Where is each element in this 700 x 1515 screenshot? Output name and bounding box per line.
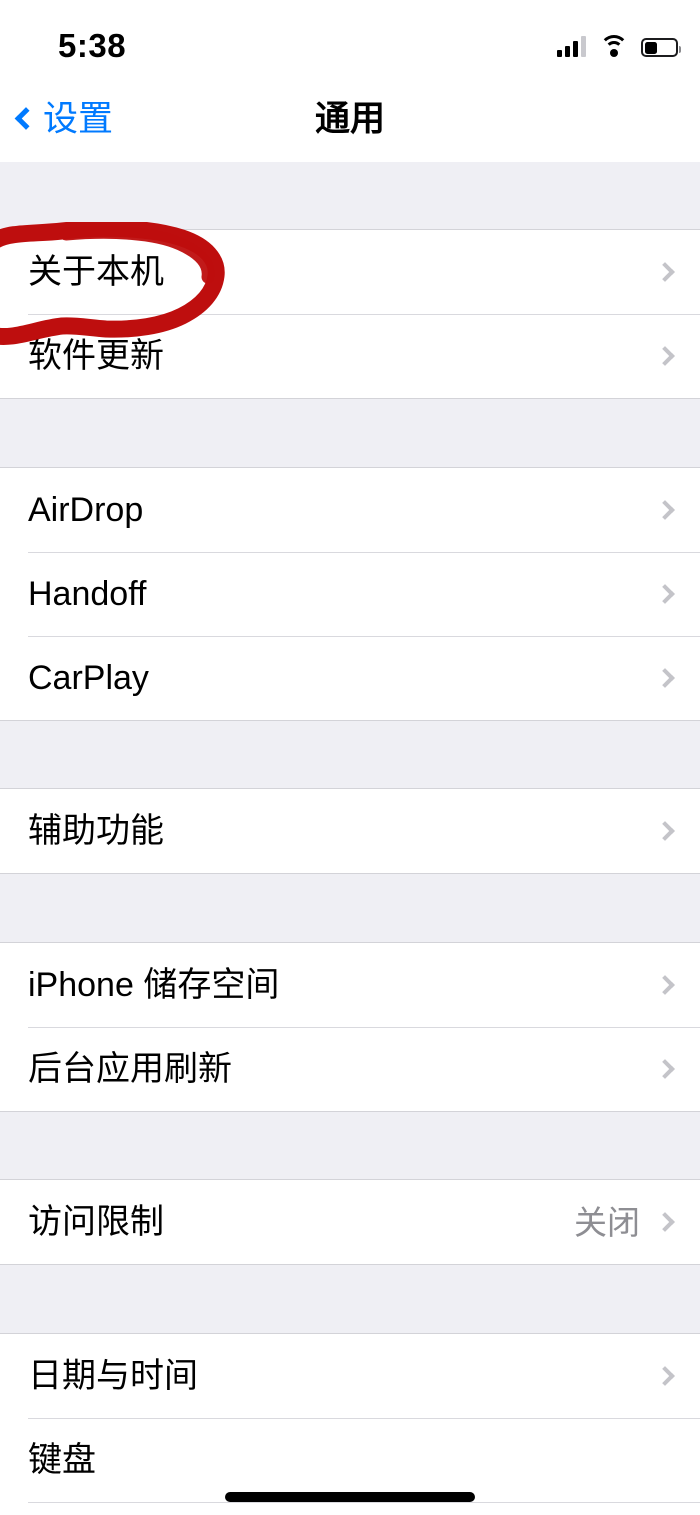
settings-row-label: 辅助功能 bbox=[28, 812, 164, 850]
battery-icon bbox=[641, 38, 681, 57]
status-bar: 5:38 bbox=[0, 0, 700, 76]
iphone-settings-general-screen: 5:38 设置 通用 关于本机软件更新 AirDrop Handoff CarPlay… bbox=[0, 0, 700, 1515]
settings-row-label: Handoff bbox=[28, 575, 147, 613]
settings-row-label: 键盘 bbox=[28, 1441, 96, 1479]
settings-row-value: 关闭 bbox=[574, 1203, 640, 1241]
page-title: 通用 bbox=[314, 99, 385, 139]
settings-row-label: iPhone 储存空间 bbox=[28, 966, 280, 1004]
chevron-right-icon bbox=[655, 1366, 675, 1386]
section-gap bbox=[0, 1265, 700, 1333]
settings-list: 关于本机软件更新 AirDrop Handoff CarPlay 辅助功能 iPhone … bbox=[0, 162, 700, 1515]
settings-row-keyboard[interactable]: 键盘 bbox=[0, 1418, 700, 1502]
settings-row-handoff[interactable]: Handoff bbox=[0, 552, 700, 636]
chevron-right-icon bbox=[655, 262, 675, 282]
settings-row-iphone-storage[interactable]: iPhone 储存空间 bbox=[0, 943, 700, 1027]
chevron-right-icon bbox=[655, 668, 675, 688]
chevron-right-icon bbox=[655, 821, 675, 841]
chevron-right-icon bbox=[655, 584, 675, 604]
settings-row-label: 后台应用刷新 bbox=[28, 1050, 232, 1088]
wifi-icon bbox=[599, 35, 628, 57]
settings-group: AirDrop Handoff CarPlay bbox=[0, 467, 700, 721]
settings-row-background-app-refresh[interactable]: 后台应用刷新 bbox=[0, 1027, 700, 1111]
section-gap bbox=[0, 874, 700, 942]
settings-row-carplay[interactable]: CarPlay bbox=[0, 636, 700, 720]
settings-row-software-update[interactable]: 软件更新 bbox=[0, 314, 700, 398]
chevron-right-icon bbox=[655, 346, 675, 366]
settings-row-about-phone[interactable]: 关于本机 bbox=[0, 230, 700, 314]
settings-row-label: 日期与时间 bbox=[28, 1357, 198, 1395]
settings-row-label: AirDrop bbox=[28, 491, 144, 529]
settings-row-label: CarPlay bbox=[28, 659, 149, 697]
chevron-right-icon bbox=[655, 500, 675, 520]
home-indicator-bar bbox=[225, 1492, 475, 1502]
settings-group: iPhone 储存空间 后台应用刷新 bbox=[0, 942, 700, 1112]
chevron-right-icon bbox=[655, 1212, 675, 1232]
status-bar-clock: 5:38 bbox=[58, 27, 127, 64]
cellular-signal-icon bbox=[557, 35, 586, 57]
settings-row-airdrop[interactable]: AirDrop bbox=[0, 468, 700, 552]
settings-group: 访问限制 关闭 bbox=[0, 1179, 700, 1265]
settings-group: 辅助功能 bbox=[0, 788, 700, 874]
section-gap bbox=[0, 399, 700, 467]
settings-row-label: 关于本机 bbox=[28, 253, 164, 291]
settings-row-restrictions[interactable]: 访问限制 关闭 bbox=[0, 1180, 700, 1264]
navigation-bar: 设置 通用 bbox=[0, 76, 700, 162]
section-gap bbox=[0, 721, 700, 788]
section-gap bbox=[0, 162, 700, 229]
settings-row-language-and-region[interactable]: 语言与地区 bbox=[0, 1502, 700, 1515]
settings-row-date-and-time[interactable]: 日期与时间 bbox=[0, 1334, 700, 1418]
settings-row-accessibility[interactable]: 辅助功能 bbox=[0, 789, 700, 873]
chevron-right-icon bbox=[655, 1059, 675, 1079]
chevron-right-icon bbox=[655, 975, 675, 995]
settings-row-label: 软件更新 bbox=[28, 337, 164, 375]
settings-group: 日期与时间键盘语言与地区 bbox=[0, 1333, 700, 1515]
status-bar-icons bbox=[557, 29, 681, 57]
settings-group: 关于本机 软件更新 bbox=[0, 229, 700, 399]
section-gap bbox=[0, 1112, 700, 1179]
settings-row-label: 访问限制 bbox=[28, 1203, 164, 1241]
